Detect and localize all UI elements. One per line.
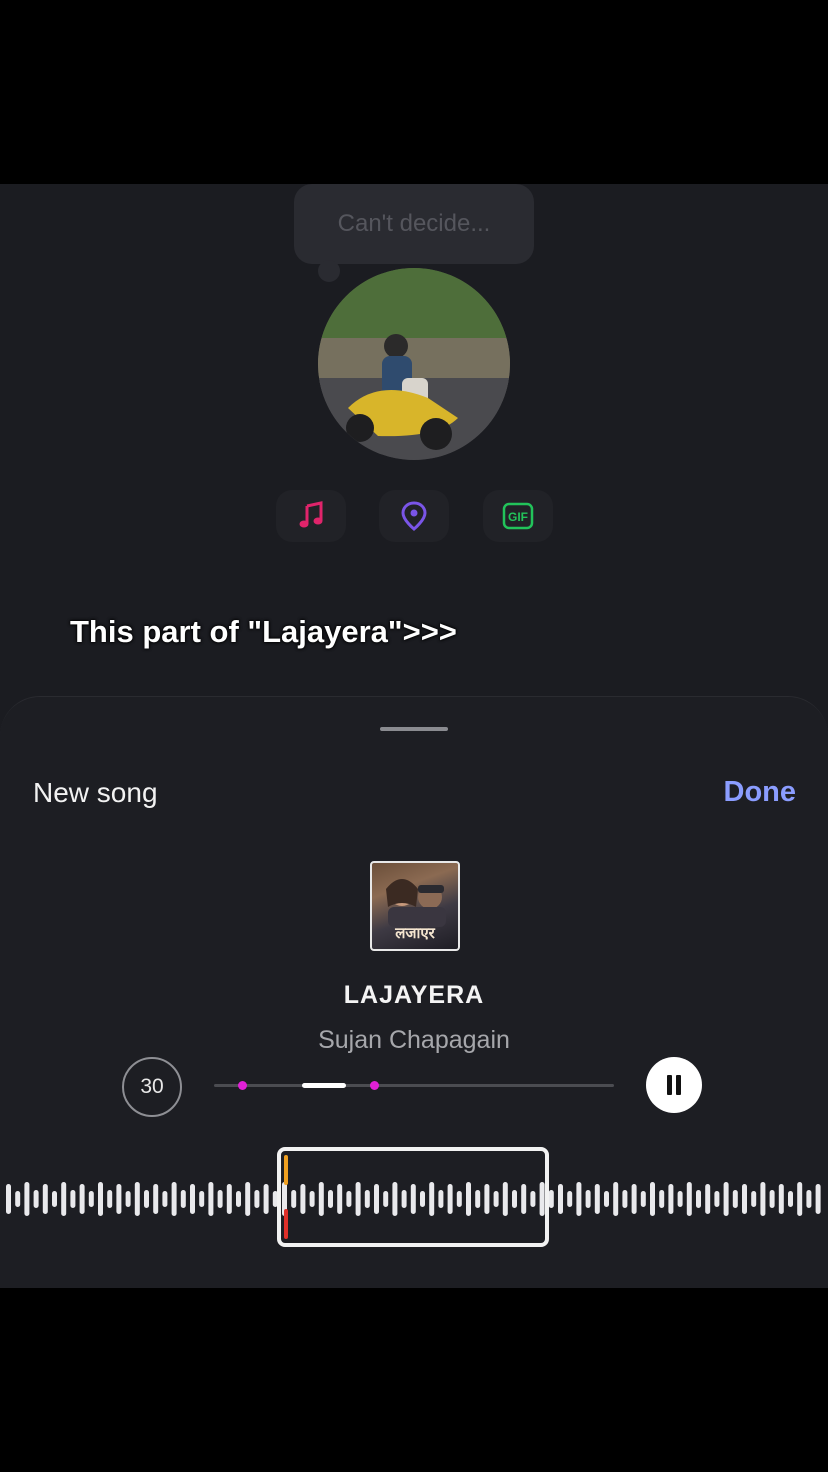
waveform-bar — [79, 1184, 85, 1214]
album-cover: लजाएर — [370, 861, 460, 951]
prompt-bubble-tail — [318, 260, 340, 282]
waveform-bar — [732, 1190, 738, 1208]
waveform-bar — [723, 1182, 729, 1216]
waveform-bar — [751, 1191, 757, 1207]
waveform-bar — [107, 1190, 113, 1208]
waveform-bar — [576, 1182, 582, 1216]
waveform-bar — [594, 1184, 600, 1214]
waveform-bar — [622, 1190, 628, 1208]
gif-label: GIF — [508, 510, 528, 524]
prompt-bubble[interactable]: Can't decide... — [294, 184, 534, 264]
waveform-bar — [705, 1184, 711, 1214]
waveform-bar — [236, 1191, 241, 1207]
new-song-button[interactable]: New song — [33, 777, 158, 809]
clip-end-marker[interactable] — [370, 1081, 379, 1090]
waveform-bar — [806, 1190, 812, 1208]
waveform-bar — [714, 1191, 720, 1207]
waveform-bar — [585, 1190, 591, 1208]
waveform-selection-frame[interactable] — [277, 1147, 549, 1247]
waveform-bar — [677, 1191, 683, 1207]
selection-accent-top — [284, 1155, 288, 1185]
waveform-bar — [686, 1182, 692, 1216]
waveform-bar — [171, 1182, 177, 1216]
waveform-bar — [548, 1190, 554, 1208]
waveform-bar — [190, 1184, 195, 1214]
waveform-bar — [153, 1184, 159, 1214]
done-button[interactable]: Done — [724, 776, 797, 809]
music-button[interactable] — [276, 490, 346, 542]
song-title: LAJAYERA — [343, 981, 485, 1009]
waveform-bar — [88, 1191, 94, 1207]
waveform-bar — [254, 1190, 260, 1208]
pause-button[interactable] — [646, 1057, 702, 1113]
waveform-bar — [42, 1184, 48, 1214]
avatar-photo — [318, 268, 510, 460]
song-artist: Sujan Chapagain — [318, 1026, 510, 1054]
clip-duration-button[interactable]: 30 — [122, 1057, 182, 1117]
waveform-bar — [760, 1182, 766, 1216]
waveform-bar — [640, 1191, 646, 1207]
waveform-bar — [613, 1182, 619, 1216]
story-screen: Can't decide... GIF This part of "Lajaye… — [0, 184, 828, 1288]
pause-icon — [667, 1075, 681, 1095]
waveform-bar — [6, 1184, 11, 1214]
story-preview: Can't decide... GIF This part of "Lajaye… — [0, 184, 828, 696]
story-caption: This part of "Lajayera">>> — [70, 614, 457, 649]
waveform-bar — [24, 1182, 30, 1216]
music-note-icon — [299, 501, 323, 528]
waveform-bar — [245, 1182, 251, 1216]
waveform-bar — [61, 1182, 67, 1216]
waveform-bar — [226, 1184, 232, 1214]
playhead-fill — [302, 1083, 346, 1088]
waveform-bar — [162, 1191, 168, 1207]
waveform-bar — [180, 1190, 186, 1208]
avatar — [318, 268, 510, 460]
waveform-bar — [144, 1190, 149, 1208]
waveform-bar — [815, 1184, 821, 1214]
sheet-drag-handle[interactable] — [380, 727, 448, 731]
waveform-bar — [778, 1184, 784, 1214]
waveform-bar — [797, 1182, 803, 1216]
waveform-bar — [70, 1190, 76, 1208]
waveform-bar — [650, 1182, 655, 1216]
waveform-bar — [134, 1182, 140, 1216]
song-progress-track[interactable] — [214, 1081, 614, 1090]
waveform-bar — [263, 1184, 269, 1214]
location-pin-icon — [401, 501, 427, 531]
waveform-bar — [696, 1190, 701, 1208]
waveform-bar — [558, 1184, 563, 1214]
waveform-bar — [116, 1184, 122, 1214]
waveform-bar — [199, 1191, 205, 1207]
waveform-bar — [567, 1191, 573, 1207]
waveform-bar — [604, 1191, 609, 1207]
waveform-bar — [769, 1190, 775, 1208]
waveform-bar — [742, 1184, 747, 1214]
waveform-bar — [631, 1184, 637, 1214]
prompt-bubble-text: Can't decide... — [337, 210, 491, 237]
clip-duration-label: 30 — [140, 1075, 164, 1098]
album-cover-text: लजाएर — [395, 925, 435, 942]
selection-accent-bottom — [284, 1209, 288, 1239]
waveform-bar — [52, 1191, 57, 1207]
gif-button[interactable]: GIF — [483, 490, 553, 542]
music-bottom-sheet: New song Done लजाएर LAJAYERA Sujan Chapa… — [0, 696, 828, 1288]
waveform-bar — [15, 1191, 21, 1207]
waveform-bar — [33, 1190, 39, 1208]
waveform-bar — [217, 1190, 223, 1208]
waveform-bar — [208, 1182, 214, 1216]
waveform-bar — [659, 1190, 665, 1208]
clip-start-marker[interactable] — [238, 1081, 247, 1090]
waveform-bar — [125, 1191, 131, 1207]
waveform-bar — [98, 1182, 103, 1216]
gif-icon: GIF — [502, 502, 534, 530]
location-button[interactable] — [379, 490, 449, 542]
waveform-bar — [668, 1184, 674, 1214]
waveform-bar — [788, 1191, 793, 1207]
